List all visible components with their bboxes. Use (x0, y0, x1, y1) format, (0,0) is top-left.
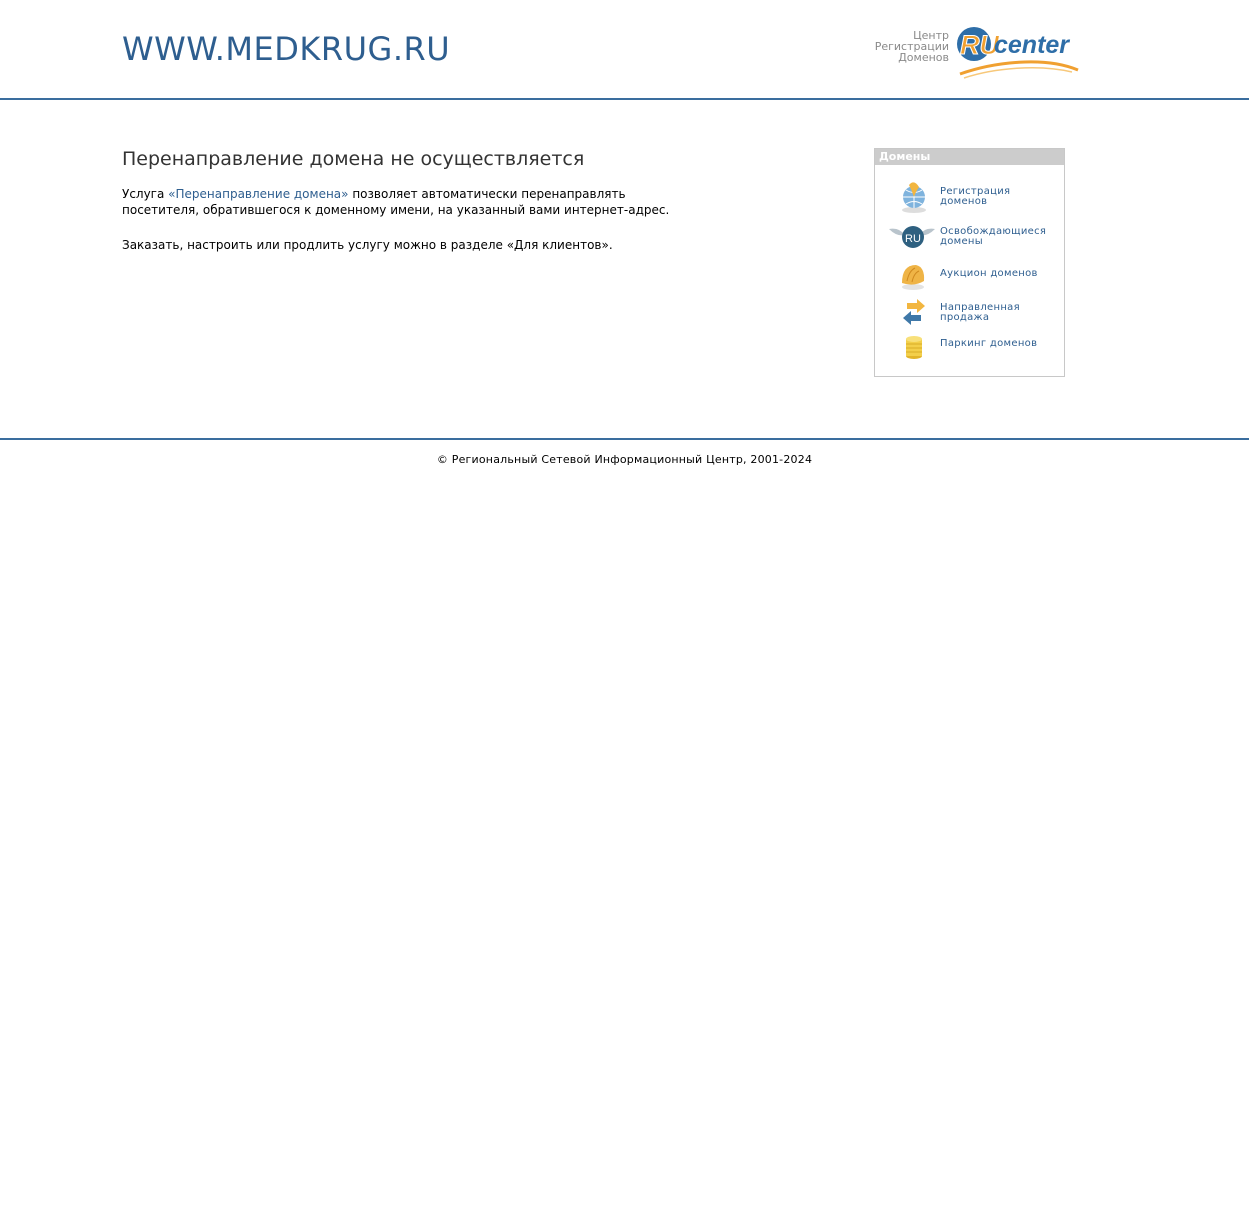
sidebar-item-auction[interactable]: Аукцион доменов (875, 257, 1064, 293)
service-description: Услуга «Перенаправление домена» позволяе… (122, 186, 682, 218)
order-instructions: Заказать, настроить или продлить услугу … (122, 238, 613, 252)
redirect-service-link[interactable]: «Перенаправление домена» (168, 187, 348, 201)
shell-icon (902, 265, 925, 290)
domains-sidebar: Домены Регистрация доменов RU Освобождаю… (874, 148, 1065, 377)
content: Перенаправление домена не осуществляется… (122, 148, 682, 272)
page-heading: Перенаправление домена не осуществляется (122, 148, 585, 170)
header: WWW.MEDKRUG.RU Центр Регистрации Доменов… (0, 0, 1249, 100)
sidebar-item-label: Регистрация доменов (940, 186, 1011, 207)
sidebar-item-label: Аукцион доменов (940, 268, 1038, 279)
coins-icon (906, 336, 922, 359)
globe-icon (902, 182, 926, 213)
site-title-link[interactable]: WWW.MEDKRUG.RU (122, 30, 450, 68)
main-area: Перенаправление домена не осуществляется… (0, 100, 1249, 440)
sidebar-item-parking[interactable]: Паркинг доменов (875, 327, 1064, 363)
rucenter-logo[interactable]: Центр Регистрации Доменов RU center (868, 24, 1083, 84)
arrows-icon (903, 299, 925, 325)
sidebar-item-registration[interactable]: Регистрация доменов (875, 179, 1064, 215)
sidebar-item-direct-sale[interactable]: Направленная продажа (875, 293, 1064, 329)
domains-sidebar-title: Домены (875, 149, 1064, 165)
logo-center-text: center (994, 31, 1070, 59)
sidebar-item-expiring[interactable]: RU Освобождающиеся домены (875, 219, 1064, 255)
para1-prefix: Услуга (122, 187, 169, 201)
logo-caption-line-3: Доменов (898, 51, 949, 64)
logo-caption: Центр Регистрации Доменов (859, 30, 949, 63)
sidebar-item-label: Освобождающиеся домены (940, 226, 1047, 247)
sidebar-item-label: Направленная продажа (940, 302, 1020, 323)
sidebar-item-label: Паркинг доменов (940, 338, 1038, 349)
ru-wings-icon: RU (889, 226, 935, 248)
svg-text:RU: RU (905, 233, 921, 245)
rucenter-logo-mark-icon: RU center (957, 27, 1079, 79)
footer-copyright: © Региональный Сетевой Информационный Це… (436, 453, 813, 466)
